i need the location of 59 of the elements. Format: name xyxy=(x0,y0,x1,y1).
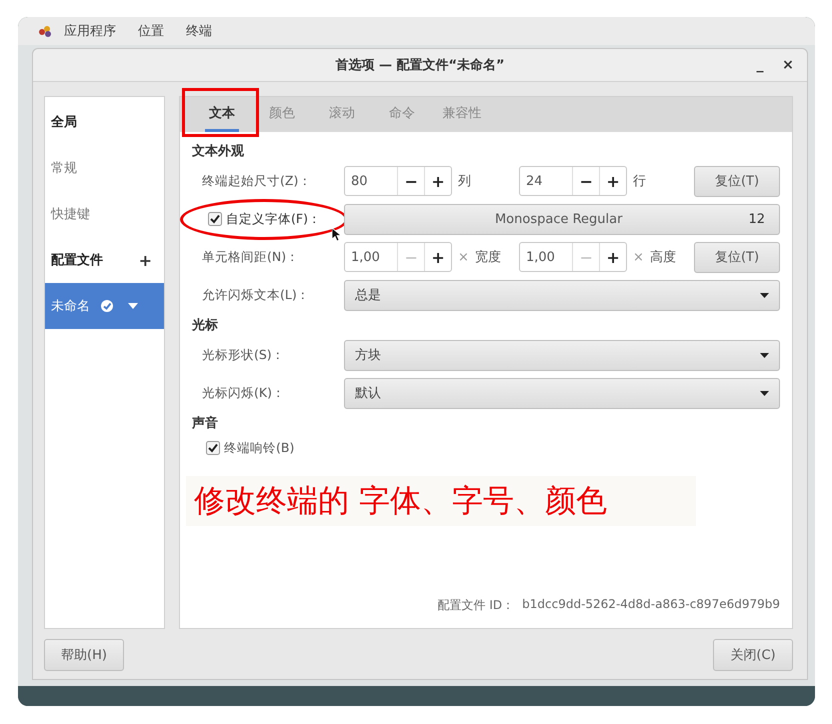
minus-button[interactable]: − xyxy=(397,167,424,195)
check-circle-icon xyxy=(100,299,114,313)
annotation-caption: 修改终端的 字体、字号、颜色 xyxy=(186,476,696,526)
dropdown[interactable]: 默认 xyxy=(344,378,780,408)
dropdown[interactable]: 总是 xyxy=(344,280,780,310)
caret-icon xyxy=(760,352,769,358)
dropdown[interactable]: 方块 xyxy=(344,340,780,370)
spin-field[interactable]: 80 − + xyxy=(344,166,452,196)
reset-button[interactable]: 复位(T) xyxy=(694,242,780,272)
menu-item[interactable]: 位置 xyxy=(134,22,168,40)
dialog-button[interactable]: 帮助(H) xyxy=(44,638,124,670)
section-header: 全局 xyxy=(50,114,78,132)
sidebar-item[interactable]: 常规 xyxy=(45,145,164,191)
caret-icon xyxy=(128,303,138,309)
section-heading: 光标 xyxy=(192,317,219,335)
reset-button[interactable]: 复位(T) xyxy=(694,166,780,196)
checkbox[interactable] xyxy=(208,212,222,226)
times-sign: × xyxy=(458,250,469,264)
plus-button[interactable]: + xyxy=(599,243,626,271)
minimize-button[interactable]: _ xyxy=(749,55,771,75)
menu-item[interactable]: 应用程序 xyxy=(60,22,120,40)
spin-field[interactable]: 1,00 − + xyxy=(519,242,627,272)
field-label: 光标形状(S)： xyxy=(202,346,286,364)
checkbox-label: 终端响铃(B) xyxy=(224,440,294,456)
field-label: 允许闪烁文本(L)： xyxy=(202,286,311,304)
plus-button[interactable]: + xyxy=(424,167,451,195)
unit-label: 宽度 xyxy=(474,249,501,266)
section-heading: 声音 xyxy=(192,414,219,433)
apps-icon xyxy=(38,24,52,38)
close-button[interactable]: × xyxy=(777,55,799,75)
unit-label: 高度 xyxy=(650,249,676,266)
mouse-pointer-icon xyxy=(332,228,342,242)
field-label: 光标闪烁(K)： xyxy=(202,384,286,402)
add-button[interactable]: + xyxy=(138,250,152,270)
dialog-button[interactable]: 关闭(C) xyxy=(713,638,793,670)
font-button[interactable]: Monospace Regular 12 xyxy=(344,204,780,234)
checkbox[interactable] xyxy=(206,441,220,455)
plus-button[interactable]: + xyxy=(599,167,626,195)
unit-label: 行 xyxy=(633,173,646,190)
spin-field[interactable]: 1,00 − + xyxy=(344,242,452,272)
field-label: 单元格间距(N)： xyxy=(202,248,300,266)
minus-button[interactable]: − xyxy=(572,167,600,195)
plus-button[interactable]: + xyxy=(424,243,451,271)
id-value: b1dcc9dd-5262-4d8d-a863-c897e6d979b9 xyxy=(522,597,780,613)
profile-item[interactable]: 未命名 xyxy=(45,283,164,329)
times-sign: × xyxy=(633,250,644,264)
field-label: 终端起始尺寸(Z)： xyxy=(202,172,312,190)
menu-item[interactable]: 终端 xyxy=(182,22,216,40)
window-title: 首选项 — 配置文件“未命名” xyxy=(335,56,505,74)
section-header: 配置文件 xyxy=(51,252,104,269)
sidebar-item[interactable]: 快捷键 xyxy=(45,191,164,237)
caret-icon xyxy=(760,390,769,396)
caret-icon xyxy=(760,292,769,298)
checkbox-label: 自定义字体(F)： xyxy=(226,210,321,228)
id-label: 配置文件 ID： xyxy=(438,597,514,614)
spin-field[interactable]: 24 − + xyxy=(519,166,627,196)
section-heading: 文本外观 xyxy=(192,142,245,161)
unit-label: 列 xyxy=(458,173,471,190)
tab[interactable]: 文本 xyxy=(205,97,239,132)
